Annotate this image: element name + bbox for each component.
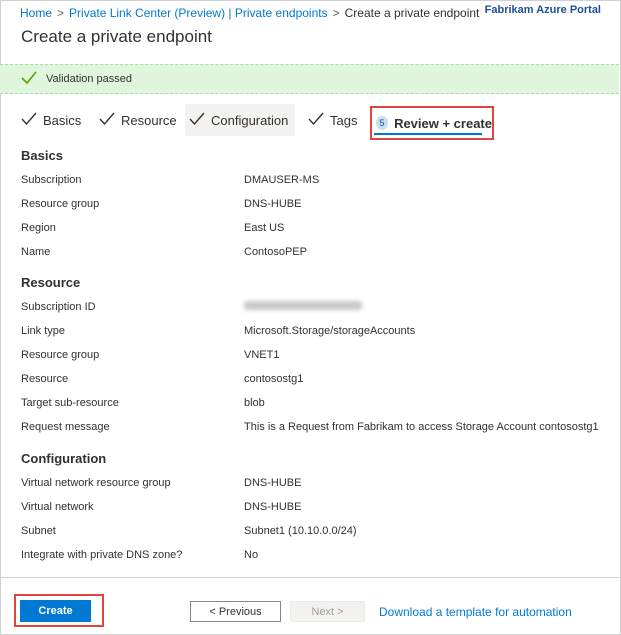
- tab-tags-label: Tags: [330, 112, 358, 128]
- summary-value: East US: [244, 222, 285, 234]
- summary-value: VNET1: [244, 349, 280, 361]
- page-title: Create a private endpoint: [21, 27, 212, 46]
- section-title-configuration: Configuration: [21, 451, 107, 466]
- summary-label: Subnet: [21, 525, 56, 537]
- summary-label: Name: [21, 246, 51, 258]
- summary-value: Microsoft.Storage/storageAccounts: [244, 325, 416, 337]
- checkmark-icon: [308, 112, 324, 129]
- breadcrumb-home-link[interactable]: Home: [20, 6, 52, 20]
- create-button[interactable]: Create: [20, 600, 91, 622]
- summary-value: contosostg1: [244, 373, 304, 385]
- breadcrumb-current: Create a private endpoint: [344, 6, 480, 20]
- active-tab-underline: [374, 133, 482, 135]
- redacted-subscription-id: [244, 301, 362, 313]
- summary-label: Target sub-resource: [21, 397, 119, 409]
- checkmark-icon: [21, 112, 37, 129]
- summary-value: DMAUSER-MS: [244, 174, 320, 186]
- tab-basics-label: Basics: [43, 112, 82, 128]
- tab-resource[interactable]: Resource: [99, 104, 177, 136]
- download-template-link[interactable]: Download a template for automation: [379, 605, 572, 619]
- summary-label: Virtual network: [21, 501, 94, 513]
- summary-value: No: [244, 549, 259, 561]
- next-button: Next >: [290, 601, 365, 622]
- breadcrumb: Home > Private Link Center (Preview) | Pri…: [20, 6, 479, 20]
- summary-label: Link type: [21, 325, 66, 337]
- summary-label: Resource: [21, 373, 69, 385]
- checkmark-icon: [20, 70, 38, 91]
- tab-review-create[interactable]: 5 Review + create: [370, 106, 494, 140]
- summary-value: ContosoPEP: [244, 246, 307, 258]
- tab-configuration[interactable]: Configuration: [185, 104, 295, 136]
- summary-value: DNS-HUBE: [244, 477, 302, 489]
- checkmark-icon: [189, 112, 205, 129]
- portal-frame: [0, 0, 621, 635]
- summary-label: Integrate with private DNS zone?: [21, 549, 183, 561]
- summary-value: DNS-HUBE: [244, 501, 302, 513]
- breadcrumb-private-link-center-link[interactable]: Private Link Center (Preview) | Private …: [69, 6, 328, 20]
- summary-label: Resource group: [21, 349, 100, 361]
- tab-basics[interactable]: Basics: [21, 104, 81, 136]
- section-title-resource: Resource: [21, 275, 81, 290]
- summary-value: This is a Request from Fabrikam to acces…: [244, 421, 599, 433]
- summary-value: blob: [244, 397, 265, 409]
- summary-label: Subscription: [21, 174, 82, 186]
- breadcrumb-separator: >: [332, 6, 340, 20]
- footer-divider: [0, 577, 619, 578]
- redacted-value: [244, 301, 362, 310]
- tab-tags[interactable]: Tags: [308, 104, 357, 136]
- summary-label: Resource group: [21, 198, 100, 210]
- tab-configuration-label: Configuration: [211, 112, 289, 128]
- summary-label: Region: [21, 222, 56, 234]
- validation-banner: Validation passed: [0, 64, 619, 94]
- summary-label: Subscription ID: [21, 301, 96, 313]
- summary-label: Virtual network resource group: [21, 477, 171, 489]
- breadcrumb-separator: >: [57, 6, 65, 20]
- checkmark-icon: [99, 112, 115, 129]
- brand-label: Fabrikam Azure Portal: [484, 4, 601, 16]
- summary-label: Request message: [21, 421, 110, 433]
- section-title-basics: Basics: [21, 148, 63, 163]
- summary-value: Subnet1 (10.10.0.0/24): [244, 525, 357, 537]
- summary-value: DNS-HUBE: [244, 198, 302, 210]
- tab-resource-label: Resource: [121, 112, 177, 128]
- step-number-badge: 5: [376, 116, 389, 130]
- validation-message: Validation passed: [46, 73, 133, 85]
- previous-button[interactable]: < Previous: [190, 601, 281, 622]
- tab-review-create-label: Review + create: [394, 115, 492, 131]
